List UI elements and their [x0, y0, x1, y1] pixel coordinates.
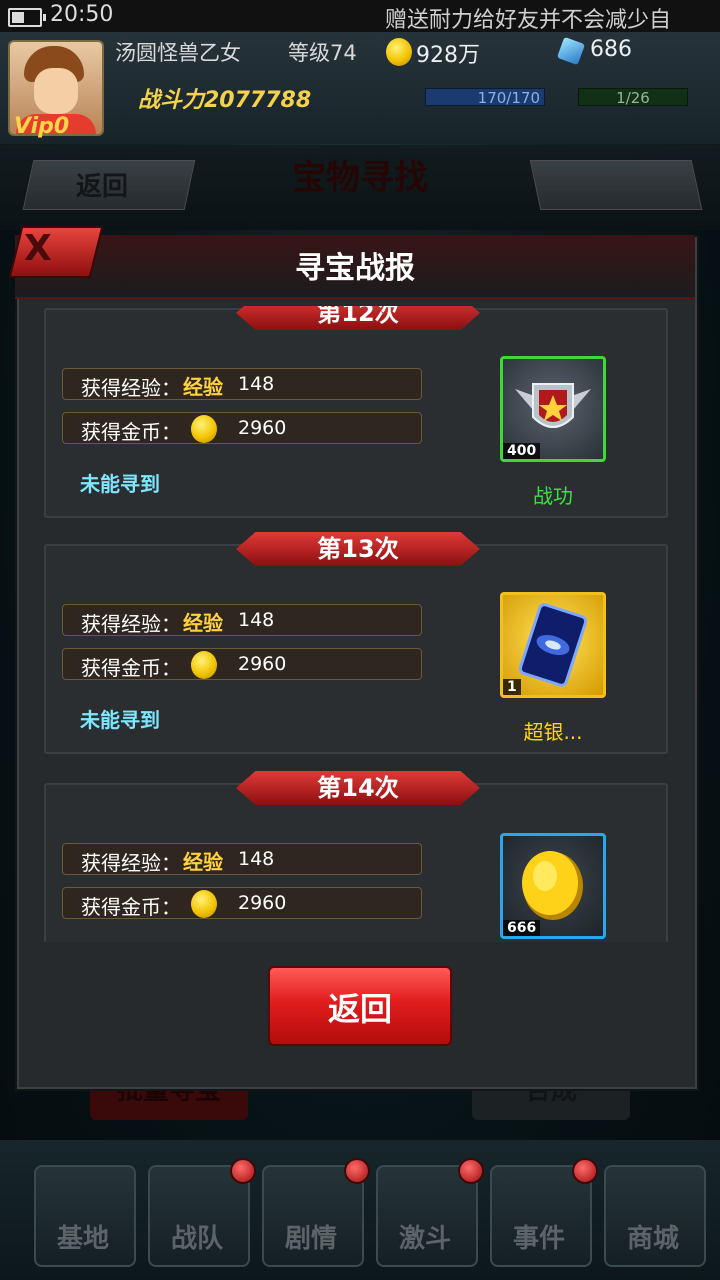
- exp-icon: 经验: [183, 611, 223, 635]
- item-quantity: 1: [503, 679, 521, 695]
- vip-badge: Vip0: [14, 114, 70, 139]
- nav-battle-label: 激斗: [398, 1224, 451, 1254]
- player-name: 汤圆怪兽乙女: [115, 41, 241, 65]
- gold-label: 获得金币：: [81, 420, 181, 444]
- energy-bar[interactable]: 1/26: [578, 88, 688, 107]
- stamina-bar[interactable]: 170/170: [425, 88, 545, 107]
- item-quantity: 400: [503, 443, 541, 459]
- exp-value: 148: [238, 609, 275, 631]
- exp-icon: 经验: [183, 375, 223, 399]
- not-found-label: 未能寻到: [80, 472, 160, 496]
- item-name: 超银...: [523, 720, 583, 744]
- event-notification-dot: [572, 1158, 598, 1184]
- not-found-label: 未能寻到: [80, 708, 160, 732]
- round-label: 第12次: [317, 306, 399, 327]
- nav-team-label: 战队: [170, 1224, 223, 1254]
- nav-event-label: 事件: [512, 1224, 565, 1254]
- gold-value: 2960: [238, 653, 287, 675]
- nav-base-label: 基地: [56, 1224, 109, 1254]
- exp-row: 获得经验： 经验 148: [62, 368, 422, 400]
- exp-icon: 经验: [183, 850, 223, 874]
- gold-coin-icon: [191, 651, 217, 679]
- ticker-message: 赠送耐力给好友并不会减少自: [385, 8, 672, 33]
- gold-label: 获得金币：: [81, 895, 181, 919]
- player-level: 等级74: [288, 41, 357, 65]
- gold-amount: 928万: [416, 43, 480, 68]
- gold-value: 2960: [238, 417, 287, 439]
- modal-title: 寻宝战报: [295, 251, 415, 286]
- return-button-label: 返回: [327, 990, 392, 1028]
- round-label: 第14次: [317, 774, 399, 802]
- combat-power: 战斗力2077788: [138, 88, 312, 113]
- story-notification-dot: [344, 1158, 370, 1184]
- reward-item[interactable]: 400: [500, 356, 606, 462]
- avatar-face: [34, 68, 78, 114]
- exp-row: 获得经验： 经验 148: [62, 604, 422, 636]
- clock: 20:50: [50, 2, 114, 27]
- nav-shop-label: 商城: [626, 1224, 679, 1254]
- exp-value: 148: [238, 848, 275, 870]
- exp-label: 获得经验：: [81, 376, 181, 400]
- battery-icon: [8, 8, 46, 27]
- gem-amount: 686: [590, 37, 632, 62]
- item-quantity: 666: [503, 920, 541, 936]
- reward-item[interactable]: 1: [500, 592, 606, 698]
- reward-item[interactable]: 666: [500, 833, 606, 939]
- report-card: 第12次 获得经验： 经验 148 获得金币： 2960 未能寻到 400 战功: [44, 306, 668, 518]
- exp-label: 获得经验：: [81, 612, 181, 636]
- close-icon: X: [24, 228, 52, 269]
- report-list[interactable]: 第12次 获得经验： 经验 148 获得金币： 2960 未能寻到 400 战功: [44, 306, 670, 942]
- gold-row: 获得金币： 2960: [62, 412, 422, 444]
- status-bar: 20:50 赠送耐力给好友并不会减少自: [0, 0, 720, 33]
- gold-coin-icon: [386, 38, 412, 66]
- exp-row: 获得经验： 经验 148: [62, 843, 422, 875]
- round-label: 第13次: [317, 535, 399, 563]
- gold-coin-icon: [191, 890, 217, 918]
- item-name: 战功: [533, 484, 573, 508]
- gold-value: 2960: [238, 892, 287, 914]
- gold-row: 获得金币： 2960: [62, 648, 422, 680]
- exp-value: 148: [238, 373, 275, 395]
- report-card: 第13次 获得经验： 经验 148 获得金币： 2960 未能寻到 1 超银..…: [44, 532, 668, 754]
- close-button[interactable]: [8, 226, 104, 278]
- gold-label: 获得金币：: [81, 656, 181, 680]
- exp-label: 获得经验：: [81, 851, 181, 875]
- report-card: 第14次 获得经验： 经验 148 获得金币： 2960 666: [44, 771, 668, 942]
- nav-story-label: 剧情: [284, 1224, 337, 1254]
- gold-row: 获得金币： 2960: [62, 887, 422, 919]
- gold-coin-icon: [191, 415, 217, 443]
- team-notification-dot: [230, 1158, 256, 1184]
- battle-notification-dot: [458, 1158, 484, 1184]
